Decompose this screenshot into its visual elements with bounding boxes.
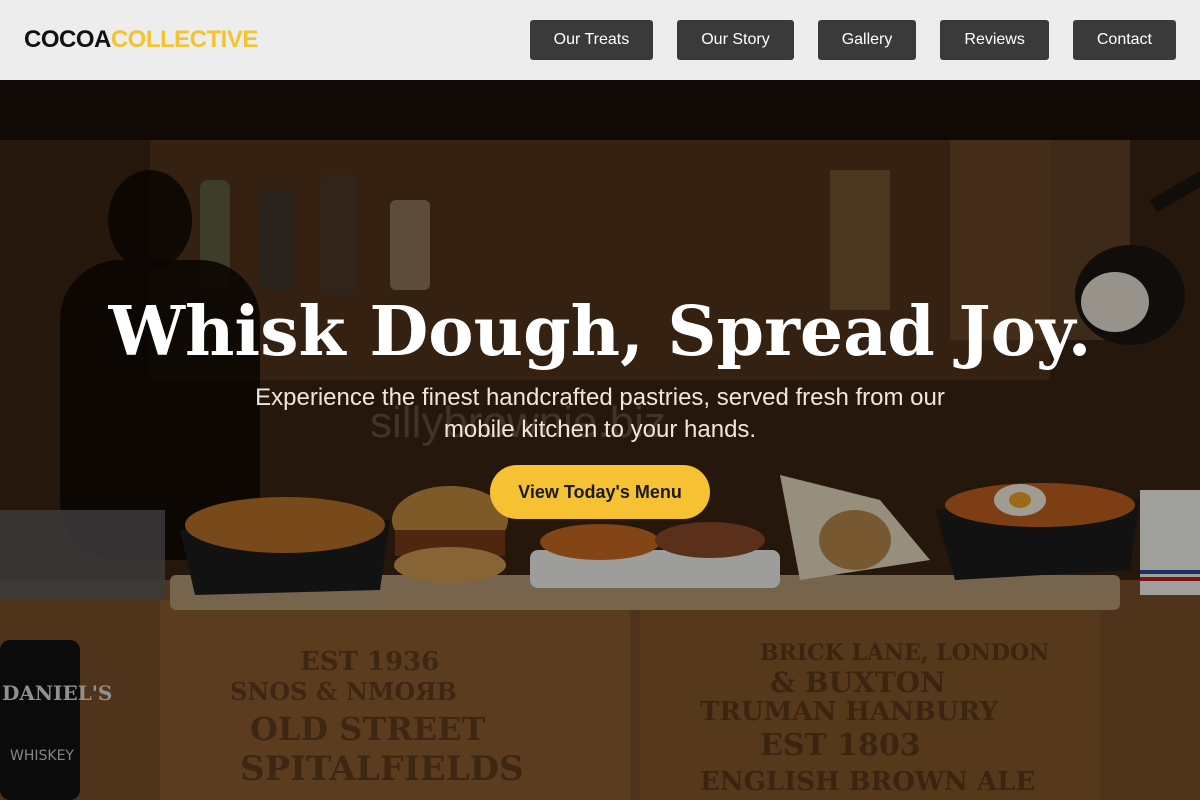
- nav-reviews[interactable]: Reviews: [940, 20, 1049, 60]
- logo-text-accent: COLLECTIVE: [110, 26, 259, 53]
- nav-our-story[interactable]: Our Story: [677, 20, 794, 60]
- nav-contact[interactable]: Contact: [1072, 20, 1176, 60]
- view-menu-button[interactable]: View Today's Menu: [490, 465, 710, 519]
- hero-headline: Whisk Dough, Spread Joy.: [108, 292, 1092, 372]
- site-header: COCOACOLLECTIVE Our Treats Our Story Gal…: [0, 0, 1200, 80]
- logo-text-primary: COCOA: [24, 26, 111, 53]
- logo[interactable]: COCOACOLLECTIVE: [24, 26, 258, 54]
- main-nav: Our Treats Our Story Gallery Reviews Con…: [529, 20, 1176, 60]
- hero-subtitle: Experience the finest handcrafted pastri…: [255, 384, 945, 443]
- hero-section: EST 1936 SNOS & NMOЯB OLD STREET SPITALF…: [0, 80, 1200, 800]
- nav-gallery[interactable]: Gallery: [817, 20, 917, 60]
- nav-our-treats[interactable]: Our Treats: [529, 20, 654, 60]
